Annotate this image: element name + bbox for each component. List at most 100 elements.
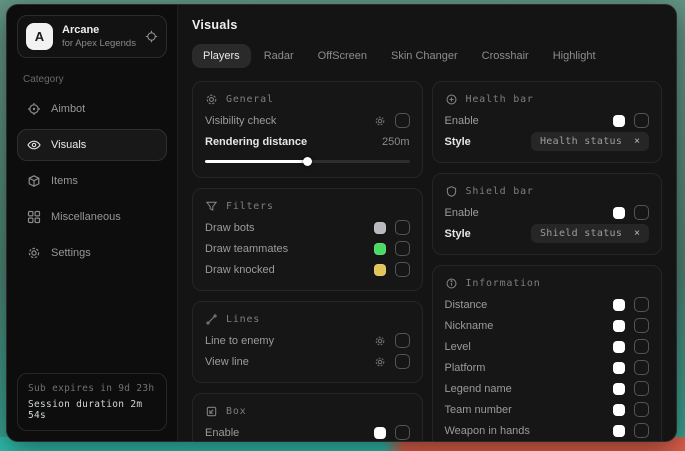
setting-label: Level (445, 341, 471, 353)
brand-name: Arcane (62, 24, 136, 36)
panel-title: Shield bar (466, 186, 534, 197)
shield-enable-checkbox[interactable] (634, 205, 649, 220)
setting-row-level: Level (445, 336, 650, 357)
layout-grid-icon (27, 210, 41, 224)
color-swatch[interactable] (374, 222, 386, 234)
tab-highlight[interactable]: Highlight (542, 44, 607, 68)
setting-label: Draw knocked (205, 264, 275, 276)
setting-label: Weapon in hands (445, 425, 530, 437)
color-swatch[interactable] (613, 383, 625, 395)
legend-name-checkbox[interactable] (634, 381, 649, 396)
color-swatch[interactable] (374, 427, 386, 439)
setting-row-platform: Platform (445, 357, 650, 378)
nickname-checkbox[interactable] (634, 318, 649, 333)
setting-label: Rendering distance (205, 136, 307, 148)
draw-knocked-checkbox[interactable] (395, 262, 410, 277)
color-swatch[interactable] (613, 425, 625, 437)
panel-box: Box Enable Enable background (192, 393, 423, 441)
eye-icon (27, 138, 41, 152)
box-icon (205, 405, 218, 418)
health-enable-checkbox[interactable] (634, 113, 649, 128)
rendering-distance-slider[interactable] (205, 155, 410, 167)
tab-offscreen[interactable]: OffScreen (307, 44, 378, 68)
config-gear-icon[interactable] (374, 356, 386, 368)
gear-icon (27, 246, 41, 260)
tab-skin-changer[interactable]: Skin Changer (380, 44, 469, 68)
line-to-enemy-checkbox[interactable] (395, 333, 410, 348)
setting-row-visibility-check: Visibility check (205, 110, 410, 131)
sidebar-item-label: Settings (51, 247, 91, 259)
main-content: Visuals Players Radar OffScreen Skin Cha… (178, 5, 676, 441)
color-swatch[interactable] (613, 115, 625, 127)
color-swatch[interactable] (613, 341, 625, 353)
diagonal-line-icon (205, 313, 218, 326)
config-gear-icon[interactable] (374, 335, 386, 347)
panel-filters: Filters Draw bots Draw teammates (192, 188, 423, 291)
distance-checkbox[interactable] (634, 297, 649, 312)
target-icon[interactable] (145, 30, 158, 43)
sidebar-item-label: Items (51, 175, 78, 187)
slider-thumb[interactable] (303, 157, 312, 166)
color-swatch[interactable] (374, 243, 386, 255)
sidebar-item-visuals[interactable]: Visuals (17, 129, 167, 161)
platform-checkbox[interactable] (634, 360, 649, 375)
tab-players[interactable]: Players (192, 44, 251, 68)
sidebar-item-aimbot[interactable]: Aimbot (17, 93, 167, 125)
setting-label: Enable (205, 427, 239, 439)
draw-teammates-checkbox[interactable] (395, 241, 410, 256)
setting-row-team-number: Team number (445, 399, 650, 420)
panel-title: Box (226, 406, 246, 417)
setting-label: Line to enemy (205, 335, 274, 347)
left-column: General Visibility check (192, 81, 423, 441)
tab-bar: Players Radar OffScreen Skin Changer Cro… (192, 44, 662, 68)
brand-card: A Arcane for Apex Legends (17, 15, 167, 58)
setting-label: View line (205, 356, 249, 368)
health-style-select[interactable]: Health status × (531, 132, 649, 151)
config-gear-icon[interactable] (374, 115, 386, 127)
sidebar-item-miscellaneous[interactable]: Miscellaneous (17, 201, 167, 233)
setting-row-weapon-in-hands: Weapon in hands (445, 420, 650, 441)
visibility-check-checkbox[interactable] (395, 113, 410, 128)
clear-icon[interactable]: × (634, 136, 640, 147)
view-line-checkbox[interactable] (395, 354, 410, 369)
team-number-checkbox[interactable] (634, 402, 649, 417)
sidebar-item-items[interactable]: Items (17, 165, 167, 197)
setting-label: Visibility check (205, 115, 276, 127)
panel-shield-bar: Shield bar Enable Style Shield status (432, 173, 663, 255)
right-column: Health bar Enable Style Health status (432, 81, 663, 441)
color-swatch[interactable] (613, 207, 625, 219)
sidebar-item-label: Visuals (51, 139, 86, 151)
color-swatch[interactable] (613, 362, 625, 374)
setting-label: Nickname (445, 320, 494, 332)
color-swatch[interactable] (613, 320, 625, 332)
color-swatch[interactable] (613, 299, 625, 311)
brand-text: Arcane for Apex Legends (62, 24, 136, 49)
info-icon (445, 277, 458, 290)
tab-radar[interactable]: Radar (253, 44, 305, 68)
color-swatch[interactable] (374, 264, 386, 276)
sidebar-item-label: Miscellaneous (51, 211, 121, 223)
setting-row-line-to-enemy: Line to enemy (205, 330, 410, 351)
setting-row-health-enable: Enable (445, 110, 650, 131)
weapon-in-hands-checkbox[interactable] (634, 423, 649, 438)
page-title: Visuals (192, 18, 662, 32)
color-swatch[interactable] (613, 404, 625, 416)
panel-information: Information Distance Nickname (432, 265, 663, 441)
setting-row-draw-bots: Draw bots (205, 217, 410, 238)
shield-style-select[interactable]: Shield status × (531, 224, 649, 243)
level-checkbox[interactable] (634, 339, 649, 354)
setting-label: Team number (445, 404, 512, 416)
tab-crosshair[interactable]: Crosshair (471, 44, 540, 68)
sun-gear-icon (205, 93, 218, 106)
setting-row-nickname: Nickname (445, 315, 650, 336)
setting-row-shield-enable: Enable (445, 202, 650, 223)
clear-icon[interactable]: × (634, 228, 640, 239)
panel-lines: Lines Line to enemy (192, 301, 423, 383)
setting-label: Enable (445, 207, 479, 219)
funnel-icon (205, 200, 218, 213)
draw-bots-checkbox[interactable] (395, 220, 410, 235)
setting-row-shield-style: Style Shield status × (445, 223, 650, 244)
sidebar-item-settings[interactable]: Settings (17, 237, 167, 269)
setting-label: Draw teammates (205, 243, 288, 255)
box-enable-checkbox[interactable] (395, 425, 410, 440)
